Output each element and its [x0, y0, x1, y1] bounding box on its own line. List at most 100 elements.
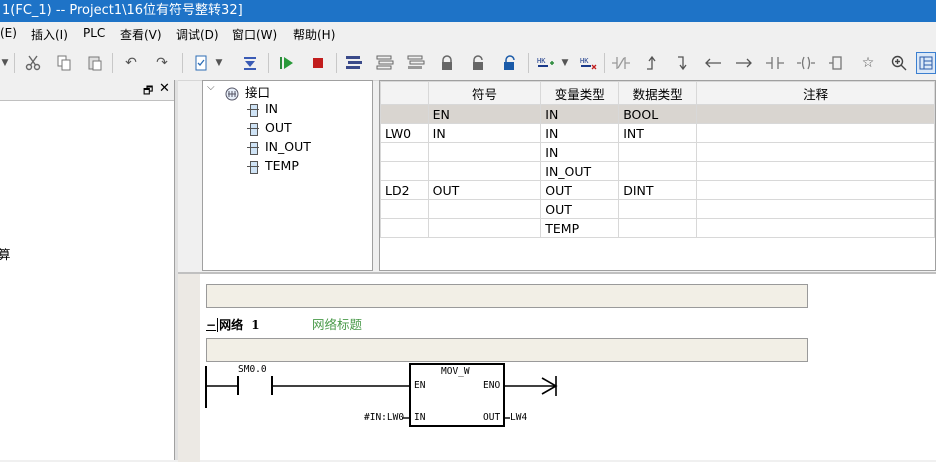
contact-sm0-0[interactable] [237, 376, 273, 395]
cell-data-type[interactable] [618, 199, 698, 219]
cell-var-type[interactable]: IN_OUT [540, 161, 620, 181]
cell-data-type[interactable]: INT [618, 123, 698, 143]
menu-edit[interactable]: (E) [0, 26, 17, 40]
cell-symbol[interactable]: IN [427, 123, 542, 143]
in-operand[interactable]: #IN:LW0 [364, 412, 404, 423]
cell-symbol[interactable] [427, 161, 542, 181]
table-row[interactable]: TEMP [380, 218, 935, 238]
cut-icon[interactable] [24, 54, 42, 72]
cell-address[interactable] [380, 142, 429, 162]
cell-data-type[interactable] [618, 161, 698, 181]
stop-icon[interactable] [309, 54, 327, 72]
paste-icon[interactable] [86, 54, 104, 72]
cell-var-type[interactable]: OUT [540, 199, 620, 219]
close-icon[interactable]: ✕ [159, 81, 170, 96]
cell-address[interactable] [380, 199, 429, 219]
table-row[interactable]: LD2 OUT OUT DINT [380, 180, 935, 200]
cell-address[interactable] [380, 104, 429, 124]
cell-symbol[interactable]: EN [427, 104, 542, 124]
chevron-down-icon[interactable]: ⌵ [207, 82, 215, 93]
dropdown-arrow-icon[interactable]: ▼ [560, 54, 570, 72]
tree-item-out[interactable]: OUT [247, 120, 292, 136]
interface-root[interactable]: 接口 [225, 82, 270, 101]
upload-icon[interactable] [407, 54, 425, 72]
tree-item-in-out[interactable]: IN_OUT [247, 139, 311, 155]
cell-comment[interactable] [696, 123, 935, 143]
cell-comment[interactable] [696, 104, 935, 124]
cell-var-type[interactable]: IN [540, 123, 620, 143]
cell-symbol[interactable] [427, 199, 542, 219]
cell-comment[interactable] [696, 161, 935, 181]
cell-symbol[interactable] [427, 142, 542, 162]
restore-window-icon[interactable]: 🗗 [143, 82, 153, 101]
cell-comment[interactable] [696, 142, 935, 162]
new-doc-icon[interactable] [192, 54, 210, 72]
compile-icon[interactable] [345, 54, 363, 72]
panel-icon[interactable] [916, 52, 936, 74]
cell-data-type[interactable] [618, 142, 698, 162]
cell-comment[interactable] [696, 180, 935, 200]
table-row[interactable]: IN_OUT [380, 161, 935, 181]
column-header-data-type[interactable]: 数据类型 [618, 81, 698, 105]
cell-data-type[interactable]: BOOL [618, 104, 698, 124]
zoom-icon[interactable] [890, 54, 908, 72]
cell-address[interactable] [380, 218, 429, 238]
network-title[interactable]: 网络标题 [312, 314, 362, 333]
dropdown-arrow-icon[interactable]: ▼ [214, 54, 224, 72]
dropdown-arrow-icon[interactable]: ▼ [0, 54, 10, 72]
menu-view[interactable]: 查看(V) [120, 26, 162, 43]
contact-label[interactable]: SM0.0 [238, 364, 267, 375]
up-line-icon[interactable] [643, 54, 661, 72]
menu-debug[interactable]: 调试(D) [176, 26, 219, 43]
table-row[interactable]: LW0 IN IN INT [380, 123, 935, 143]
tree-item-partial[interactable]: 算 [0, 244, 11, 263]
cell-comment[interactable] [696, 218, 935, 238]
contact-nc-icon[interactable] [612, 54, 630, 72]
column-header-symbol[interactable]: 符号 [427, 81, 542, 105]
out-operand[interactable]: LW4 [510, 412, 527, 423]
undo-icon[interactable]: ↶ [122, 54, 140, 72]
network-comment-box[interactable] [206, 338, 808, 362]
cell-symbol[interactable] [427, 218, 542, 238]
right-line-icon[interactable] [735, 54, 753, 72]
cell-var-type[interactable]: IN [540, 104, 620, 124]
pou-comment-box[interactable] [206, 284, 808, 308]
run-icon[interactable] [278, 54, 296, 72]
cell-address[interactable]: LW0 [380, 123, 429, 143]
copy-icon[interactable] [55, 54, 73, 72]
cell-var-type[interactable]: OUT [540, 180, 620, 200]
cell-comment[interactable] [696, 199, 935, 219]
bookmark-icon[interactable]: ☆ [859, 54, 877, 72]
menu-plc[interactable]: PLC [83, 26, 105, 40]
column-header-var-type[interactable]: 变量类型 [540, 81, 620, 105]
table-row[interactable]: IN [380, 142, 935, 162]
left-line-icon[interactable] [704, 54, 722, 72]
delete-network-icon[interactable]: HK [580, 54, 598, 72]
ladder-editor[interactable]: − 网络 1 网络标题 SM0.0 MOV_W EN ENO IN OUT #IN… [178, 272, 936, 462]
unlock-blue-icon[interactable] [500, 54, 518, 72]
lock-icon[interactable] [438, 54, 456, 72]
coil-icon[interactable] [797, 54, 815, 72]
tree-item-temp[interactable]: TEMP [247, 158, 299, 174]
down-line-icon[interactable] [674, 54, 692, 72]
cell-var-type[interactable]: IN [540, 142, 620, 162]
table-row[interactable]: OUT [380, 199, 935, 219]
menu-insert[interactable]: 插入(I) [31, 26, 68, 43]
menu-help[interactable]: 帮助(H) [293, 26, 335, 43]
collapse-network-icon[interactable]: − [206, 318, 216, 332]
redo-icon[interactable]: ↷ [153, 54, 171, 72]
column-header-comment[interactable]: 注释 [696, 81, 935, 105]
cell-address[interactable]: LD2 [380, 180, 429, 200]
download-icon[interactable] [241, 54, 259, 72]
cell-data-type[interactable]: DINT [618, 180, 698, 200]
cell-symbol[interactable]: OUT [427, 180, 542, 200]
insert-network-icon[interactable]: HK [537, 54, 555, 72]
unlock-icon[interactable] [469, 54, 487, 72]
box-icon[interactable] [828, 54, 846, 72]
menu-window[interactable]: 窗口(W) [232, 26, 277, 43]
cell-address[interactable] [380, 161, 429, 181]
cell-data-type[interactable] [618, 218, 698, 238]
table-row[interactable]: EN IN BOOL [380, 104, 935, 124]
cell-var-type[interactable]: TEMP [540, 218, 620, 238]
tree-item-in[interactable]: IN [247, 101, 278, 117]
